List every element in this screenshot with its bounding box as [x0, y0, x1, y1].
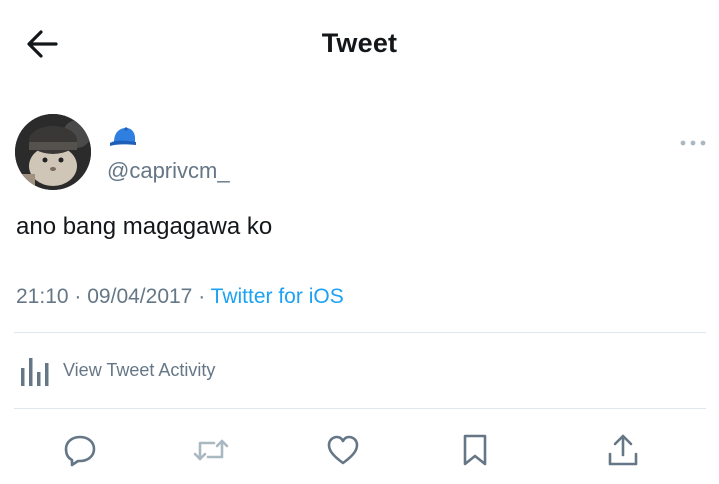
page-title: Tweet — [321, 28, 398, 58]
meta-separator: · — [74, 285, 82, 308]
tweet-date: 09/04/2017 — [87, 285, 193, 308]
cat-with-beanie-avatar — [15, 114, 91, 190]
reply-button[interactable] — [60, 430, 100, 470]
bookmark-button[interactable] — [455, 430, 495, 470]
share-icon — [608, 434, 638, 466]
tweet-time: 21:10 — [16, 285, 69, 308]
activity-label: View Tweet Activity — [63, 360, 216, 380]
display-name[interactable] — [108, 126, 138, 153]
divider — [14, 332, 706, 333]
tweet-text: ano bang magagawa ko — [16, 213, 273, 240]
retweet-icon — [193, 439, 229, 461]
reply-icon — [64, 435, 96, 467]
user-handle[interactable]: @caprivcm_ — [107, 158, 230, 184]
more-options-button[interactable] — [680, 134, 706, 152]
divider — [14, 408, 706, 409]
avatar[interactable] — [15, 114, 91, 190]
meta-separator: · — [198, 285, 206, 308]
bar-chart-icon — [21, 358, 49, 386]
retweet-button[interactable] — [191, 430, 231, 470]
tweet-source-link[interactable]: Twitter for iOS — [211, 285, 344, 308]
like-button[interactable] — [323, 430, 363, 470]
more-dots-icon — [680, 140, 706, 146]
like-icon — [327, 435, 359, 465]
blue-cap-emoji — [110, 127, 136, 146]
tweet-meta: 21:10 · 09/04/2017 · Twitter for iOS — [16, 285, 344, 309]
bookmark-icon — [463, 434, 487, 466]
share-button[interactable] — [603, 430, 643, 470]
